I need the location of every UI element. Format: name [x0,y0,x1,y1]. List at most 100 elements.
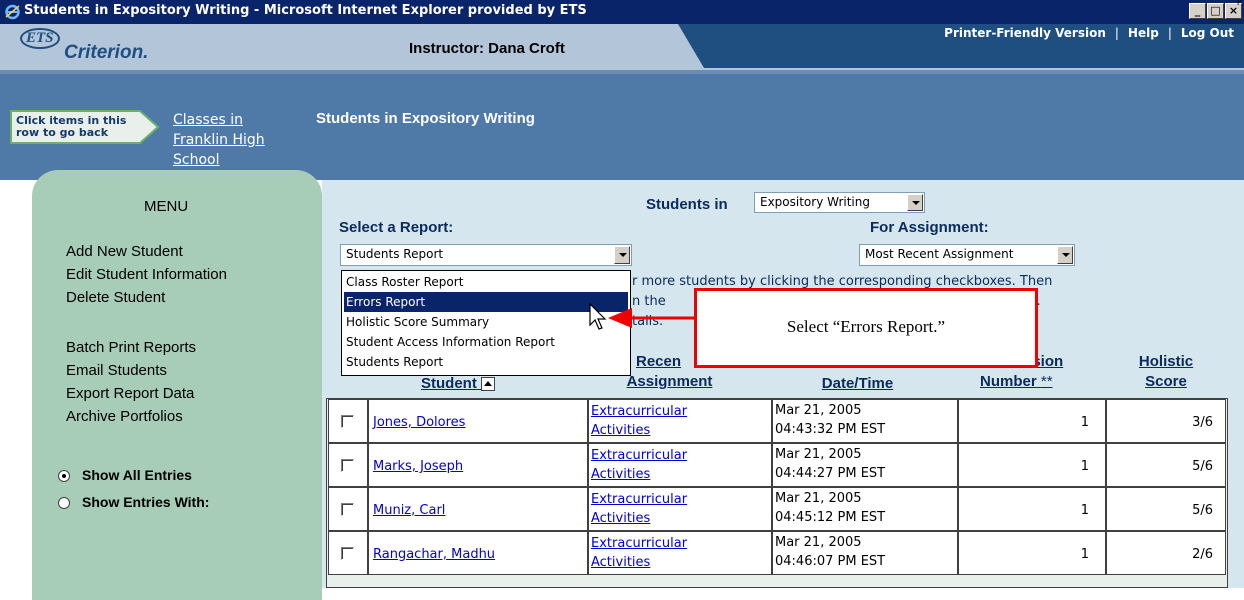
option-student-access[interactable]: Student Access Information Report [344,332,628,352]
row-score: 3/6 [1192,415,1213,430]
header-holistic-a[interactable]: Holistic [1128,352,1204,372]
chevron-down-icon[interactable] [907,194,923,211]
header-student[interactable]: Student [408,374,508,394]
breadcrumb-classes-link[interactable]: Classes in Franklin High School [173,110,283,170]
menu-batch-print[interactable]: Batch Print Reports [66,339,196,356]
assignment-cell: Extracurricular Activities [588,399,772,443]
menu-delete-student[interactable]: Delete Student [66,289,165,306]
row-score: 5/6 [1192,503,1213,518]
window-title: Students in Expository Writing - Microso… [24,3,587,18]
student-cell: Jones, Dolores [368,399,588,443]
student-link[interactable]: Muniz, Carl [373,503,445,518]
row-submission: 1 [1080,415,1089,430]
datetime-cell: Mar 21, 2005 04:45:12 PM EST [772,487,958,531]
header-holistic-b[interactable]: Score [1128,372,1204,392]
row-time: 04:46:07 PM EST [775,554,886,569]
class-select-value: Expository Writing [760,195,870,209]
header-datetime[interactable]: Date/Time [800,374,915,394]
instruction-callout: Select “Errors Report.” [694,288,1038,368]
instructor-name: Instructor: Dana Croft [409,40,565,57]
report-dropdown-list[interactable]: Class Roster Report Errors Report Holist… [341,270,631,376]
band-divider [0,70,1244,74]
row-date: Mar 21, 2005 [775,403,862,418]
row-checkbox[interactable] [341,415,354,428]
submission-note: ** [1040,373,1053,390]
chevron-down-icon[interactable] [1057,246,1073,264]
header-student-label[interactable]: Student [421,375,477,392]
submission-cell: 1 [958,487,1106,531]
menu-title: MENU [144,198,189,215]
option-holistic-summary[interactable]: Holistic Score Summary [344,312,628,332]
breadcrumb-current: Students in Expository Writing [316,110,535,127]
help-link[interactable]: Help [1128,26,1159,40]
menu-export-data[interactable]: Export Report Data [66,385,194,402]
menu-add-student[interactable]: Add New Student [66,243,183,260]
header-submission-b[interactable]: Number [980,373,1037,390]
row-time: 04:43:32 PM EST [775,422,886,437]
score-cell: 3/6 [1106,399,1226,443]
assignment-cell: Extracurricular Activities [588,487,772,531]
top-links: Printer-Friendly Version | Help | Log Out [944,26,1234,40]
chevron-down-icon[interactable] [614,246,630,264]
report-select-value: Students Report [346,247,444,261]
assignment-link[interactable]: Extracurricular Activities [591,446,731,484]
menu-archive-portfolios[interactable]: Archive Portfolios [66,408,183,425]
back-hint-tag: Click items in this row to go back [10,110,160,144]
option-errors-report[interactable]: Errors Report [344,292,628,312]
link-separator: | [1167,26,1172,40]
table-row [328,531,368,575]
table-row [328,399,368,443]
assignment-link[interactable]: Extracurricular Activities [591,534,731,572]
menu-edit-student[interactable]: Edit Student Information [66,266,227,283]
class-select[interactable]: Expository Writing [754,192,925,213]
table-row [328,443,368,487]
radio-show-with[interactable] [58,497,70,509]
datetime-cell: Mar 21, 2005 04:46:07 PM EST [772,531,958,575]
row-date: Mar 21, 2005 [775,491,862,506]
close-button[interactable]: × [1225,3,1242,19]
assignment-select-value: Most Recent Assignment [865,247,1014,261]
option-students-report[interactable]: Students Report [344,352,628,372]
header-holistic[interactable]: Holistic Score [1128,352,1204,392]
window-title-bar: Students in Expository Writing - Microso… [0,0,1244,24]
student-link[interactable]: Marks, Joseph [373,459,463,474]
assignment-select[interactable]: Most Recent Assignment [859,244,1075,266]
submission-cell: 1 [958,531,1106,575]
row-checkbox[interactable] [341,547,354,560]
minimize-button[interactable]: _ [1189,3,1206,19]
radio-show-all[interactable] [58,470,70,482]
row-checkbox[interactable] [341,503,354,516]
student-cell: Rangachar, Madhu [368,531,588,575]
show-all-label: Show All Entries [82,467,192,483]
assignment-link[interactable]: Extracurricular Activities [591,490,731,528]
student-link[interactable]: Rangachar, Madhu [373,547,495,562]
sort-ascending-icon[interactable] [481,377,495,392]
logout-link[interactable]: Log Out [1181,26,1234,40]
option-class-roster[interactable]: Class Roster Report [344,272,628,292]
assignment-cell: Extracurricular Activities [588,443,772,487]
score-cell: 5/6 [1106,443,1226,487]
internet-explorer-icon [5,4,20,20]
menu-email-students[interactable]: Email Students [66,362,167,379]
report-select[interactable]: Students Report [340,244,632,266]
student-cell: Muniz, Carl [368,487,588,531]
score-cell: 5/6 [1106,487,1226,531]
maximize-button[interactable]: □ [1207,3,1224,19]
callout-arrow-icon [608,308,698,328]
datetime-cell: Mar 21, 2005 04:43:32 PM EST [772,399,958,443]
row-submission: 1 [1080,547,1089,562]
select-report-label: Select a Report: [339,219,454,236]
table-row [328,487,368,531]
students-in-label: Students in [646,196,728,213]
callout-text: Select “Errors Report.” [786,317,946,336]
row-date: Mar 21, 2005 [775,447,862,462]
printer-friendly-link[interactable]: Printer-Friendly Version [944,26,1106,40]
row-time: 04:45:12 PM EST [775,510,886,525]
submission-cell: 1 [958,443,1106,487]
assignment-link[interactable]: Extracurricular Activities [591,402,731,440]
assignment-cell: Extracurricular Activities [588,531,772,575]
for-assignment-label: For Assignment: [870,219,989,236]
row-submission: 1 [1080,503,1089,518]
row-checkbox[interactable] [341,459,354,472]
student-link[interactable]: Jones, Dolores [373,415,465,430]
